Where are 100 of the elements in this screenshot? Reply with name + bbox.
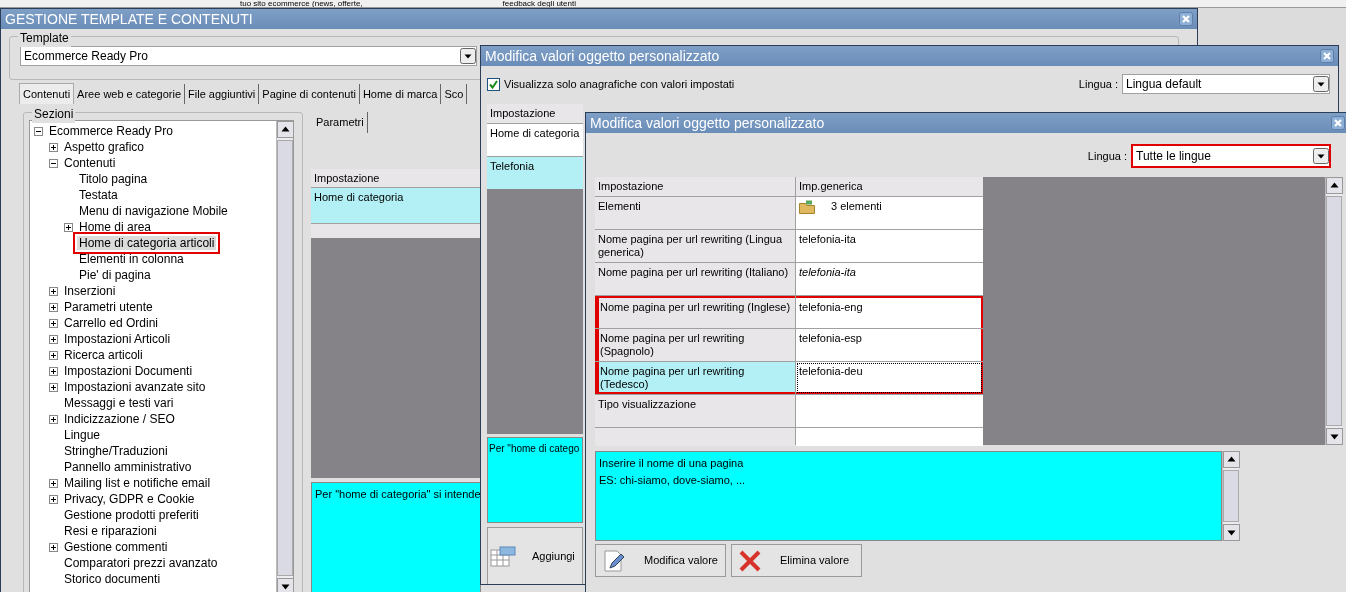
- table-cell[interactable]: telefonia-esp: [796, 328, 983, 361]
- expand-icon[interactable]: [49, 286, 58, 296]
- tab[interactable]: Home di marca: [359, 83, 442, 104]
- scrollbar[interactable]: [1222, 451, 1239, 541]
- table-cell[interactable]: Home di categoria: [487, 123, 583, 156]
- table-cell[interactable]: Tipo visualizzazione: [595, 394, 795, 427]
- tree-item[interactable]: Impostazioni avanzate sito: [62, 380, 208, 394]
- window-title: GESTIONE TEMPLATE E CONTENUTI: [5, 10, 253, 29]
- scroll-up-icon[interactable]: [277, 121, 293, 138]
- table-cell[interactable]: Home di categoria: [311, 188, 481, 223]
- table-cell[interactable]: Elementi: [595, 196, 795, 229]
- window-title: Modifica valori oggetto personalizzato: [485, 47, 720, 66]
- tree-item[interactable]: Menu di navigazione Mobile: [77, 204, 230, 218]
- close-icon[interactable]: [1179, 12, 1193, 26]
- check-icon: [488, 78, 499, 90]
- collapse-icon[interactable]: [34, 126, 43, 136]
- table-cell[interactable]: Nome pagina per url rewriting (Spagnolo): [595, 328, 795, 361]
- tree-item[interactable]: Gestione commenti: [62, 540, 170, 554]
- language-select[interactable]: Lingua default: [1122, 74, 1330, 94]
- expand-icon[interactable]: [49, 318, 58, 328]
- language-select[interactable]: Tutte le lingue: [1131, 144, 1331, 168]
- tree-item[interactable]: Aspetto grafico: [62, 140, 147, 154]
- checkbox[interactable]: [487, 77, 500, 91]
- tab[interactable]: Sco: [441, 83, 468, 104]
- delete-button[interactable]: Elimina valore: [731, 544, 862, 577]
- template-select[interactable]: Ecommerce Ready Pro: [20, 46, 477, 66]
- expand-icon[interactable]: [49, 478, 58, 488]
- column-header: Imp.generica: [796, 177, 983, 196]
- description-text: Per "home di catego: [487, 436, 583, 523]
- scrollbar[interactable]: [1325, 177, 1342, 445]
- tree-item[interactable]: Carrello ed Ordini: [62, 316, 161, 330]
- scroll-up-icon[interactable]: [1326, 177, 1343, 194]
- table-cell[interactable]: telefonia-ita: [796, 262, 983, 295]
- tab[interactable]: Aree web e categorie: [74, 83, 186, 104]
- tree-item[interactable]: Mailing list e notifiche email: [62, 476, 213, 490]
- tree-item[interactable]: Resi e riparazioni: [62, 524, 159, 538]
- tree-item[interactable]: Storico documenti: [62, 572, 163, 586]
- tree-item[interactable]: Impostazioni Documenti: [62, 364, 195, 378]
- expand-icon[interactable]: [49, 302, 58, 312]
- tree-item[interactable]: Elementi in colonna: [77, 252, 186, 266]
- add-button[interactable]: Aggiungi: [487, 526, 583, 584]
- column-header: Impostazione: [311, 168, 481, 187]
- tree-item[interactable]: Lingue: [62, 428, 103, 442]
- expand-icon[interactable]: [49, 142, 58, 152]
- collapse-icon[interactable]: [49, 158, 58, 168]
- expand-icon[interactable]: [49, 382, 58, 392]
- field-label: Lingua :: [1078, 76, 1118, 92]
- tree-item[interactable]: Contenuti: [62, 156, 118, 170]
- table-cell[interactable]: Telefonia: [487, 156, 583, 189]
- close-icon[interactable]: [1320, 49, 1334, 63]
- tree-item[interactable]: Titolo pagina: [77, 172, 150, 186]
- tree-item[interactable]: Parametri utente: [62, 300, 155, 314]
- folder-icon: [799, 199, 815, 214]
- pencil-icon: [602, 548, 626, 573]
- scroll-down-icon[interactable]: [277, 578, 293, 592]
- tree-item[interactable]: Inserzioni: [62, 284, 118, 298]
- tree-item[interactable]: Comparatori prezzi avanzato: [62, 556, 220, 570]
- expand-icon[interactable]: [49, 334, 58, 344]
- tree-item[interactable]: Pannello amministrativo: [62, 460, 194, 474]
- table-cell[interactable]: 3 elementi: [796, 196, 983, 229]
- tab[interactable]: Pagine di contenuti: [259, 83, 360, 104]
- expand-icon[interactable]: [49, 542, 58, 552]
- tree-item[interactable]: Indicizzazione / SEO: [62, 412, 177, 426]
- scroll-up-icon[interactable]: [1223, 451, 1240, 468]
- tree-item[interactable]: Pie' di pagina: [77, 268, 153, 282]
- tree-item[interactable]: Home di area: [77, 220, 154, 234]
- tree-item[interactable]: Ricerca articoli: [62, 348, 145, 362]
- tree-item[interactable]: Privacy, GDPR e Cookie: [62, 492, 197, 506]
- table-cell[interactable]: [796, 394, 983, 427]
- tree-item[interactable]: Stringhe/Traduzioni: [62, 444, 170, 458]
- field-label: Lingua :: [1087, 148, 1127, 164]
- table-cell[interactable]: Nome pagina per url rewriting (Tedesco): [595, 361, 795, 394]
- tree-item[interactable]: Testata: [77, 188, 120, 202]
- expand-icon[interactable]: [64, 222, 73, 232]
- table-cell[interactable]: Nome pagina per url rewriting (Italiano): [595, 262, 795, 295]
- edit-button[interactable]: Modifica valore: [595, 544, 726, 577]
- table-cell[interactable]: Nome pagina per url rewriting (Inglese): [595, 295, 795, 328]
- expand-icon[interactable]: [49, 414, 58, 424]
- tree-item[interactable]: Messaggi e testi vari: [62, 396, 176, 410]
- scrollbar-thumb[interactable]: [1326, 196, 1342, 426]
- table-cell[interactable]: telefonia-ita: [796, 229, 983, 262]
- tree-item[interactable]: Gestione prodotti preferiti: [62, 508, 201, 522]
- background-text: tuo sito ecommerce (news, offerte,: [240, 0, 363, 7]
- expand-icon[interactable]: [49, 494, 58, 504]
- tab[interactable]: Parametri: [313, 112, 368, 133]
- expand-icon[interactable]: [49, 366, 58, 376]
- description-text: Per "home di categoria" si intende: [311, 482, 481, 592]
- table-cell[interactable]: telefonia-deu: [796, 361, 983, 394]
- tree-item[interactable]: Impostazioni Articoli: [62, 332, 173, 346]
- scroll-down-icon[interactable]: [1223, 524, 1240, 541]
- table-cell[interactable]: Nome pagina per url rewriting (Lingua generica): [595, 229, 795, 262]
- close-icon[interactable]: [1331, 116, 1345, 130]
- expand-icon[interactable]: [49, 350, 58, 360]
- description-text: Inserire il nome di una pagina ES: chi-siamo, dove-siamo, ...: [595, 451, 1222, 541]
- table-cell[interactable]: telefonia-eng: [796, 295, 983, 328]
- tab[interactable]: File aggiuntivi: [185, 83, 260, 104]
- tree-item[interactable]: Ecommerce Ready Pro: [47, 124, 176, 138]
- tab[interactable]: Contenuti: [19, 82, 75, 104]
- scrollbar-thumb[interactable]: [1223, 470, 1239, 522]
- scroll-down-icon[interactable]: [1326, 428, 1343, 445]
